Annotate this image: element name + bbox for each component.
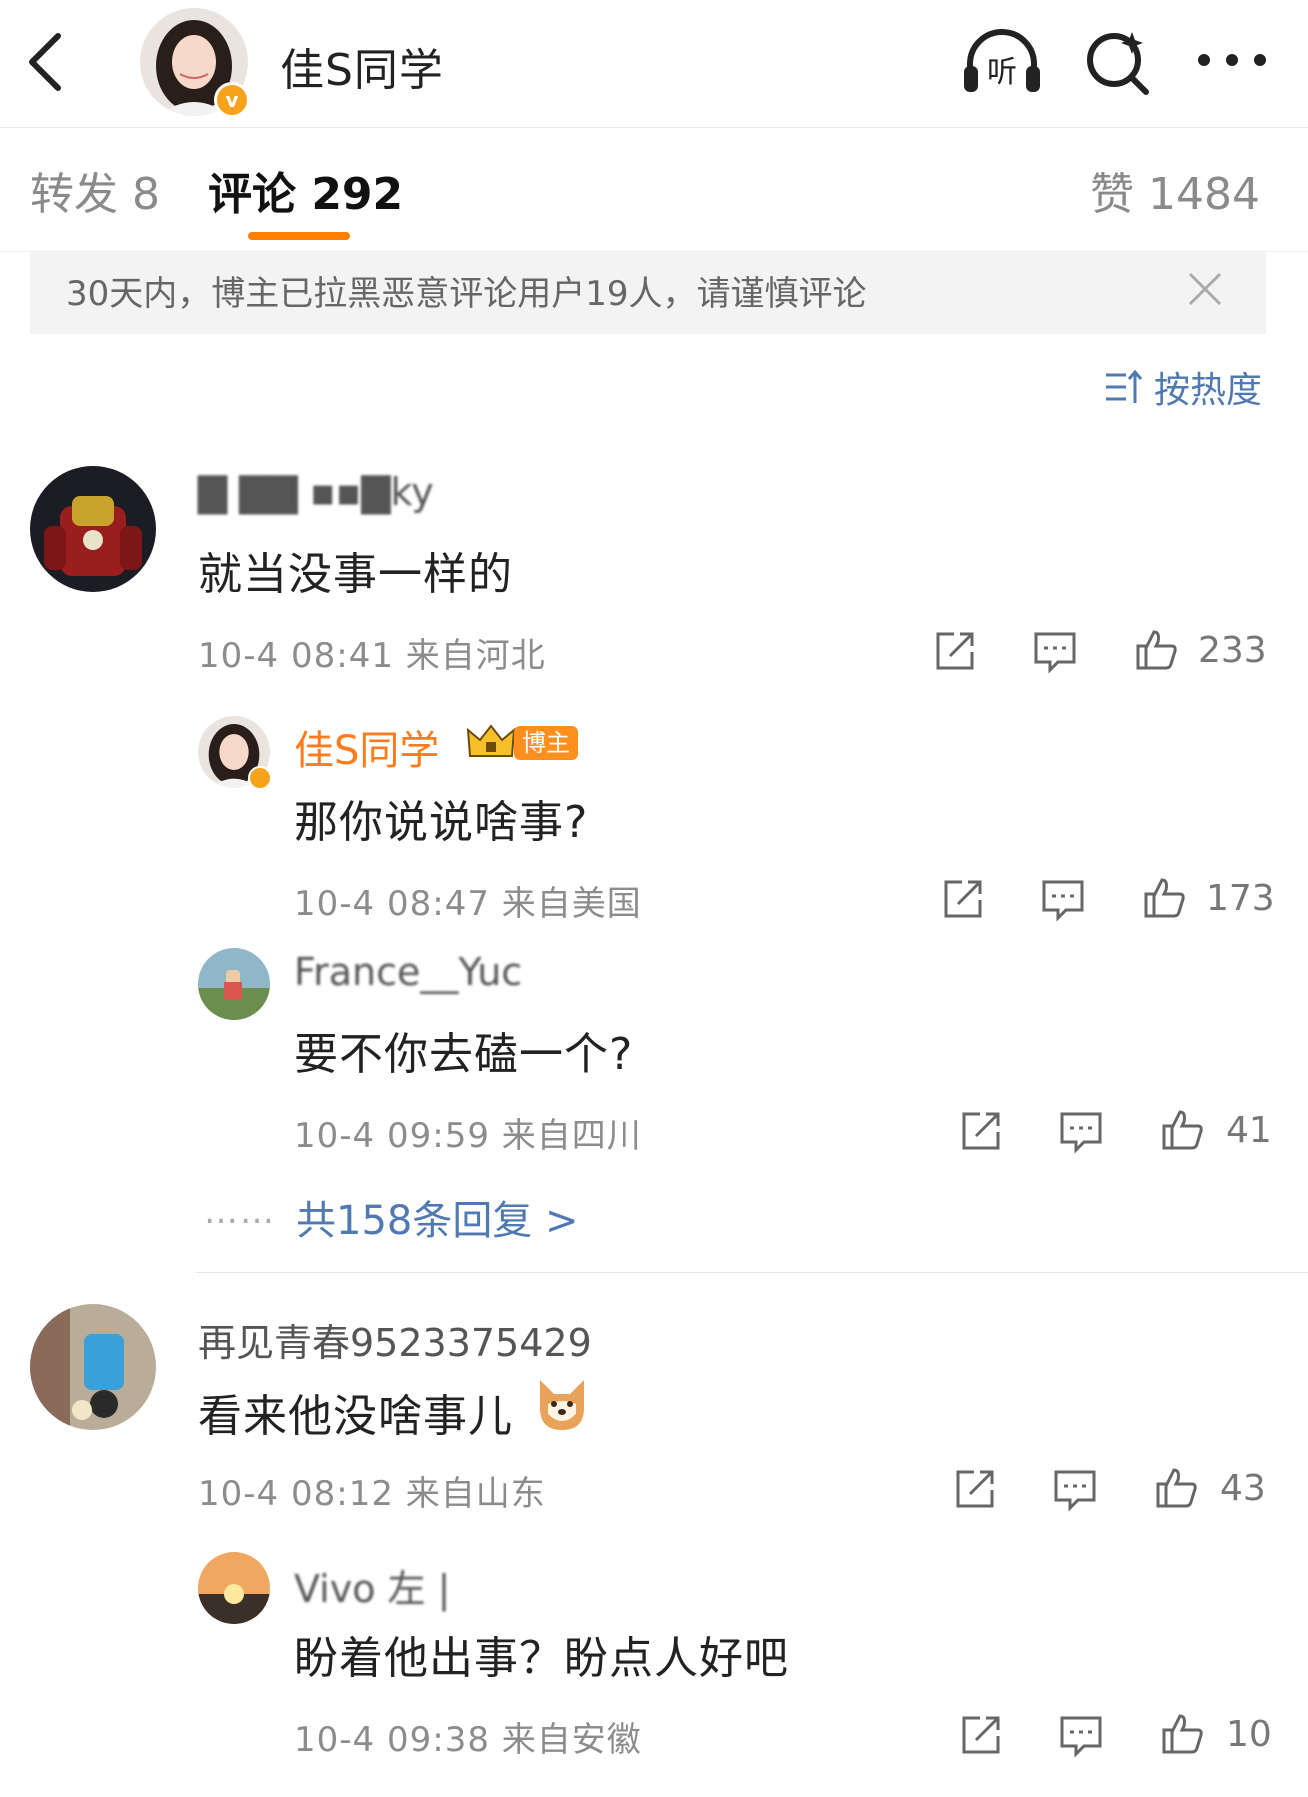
close-icon[interactable]: [1184, 268, 1226, 310]
sort-icon: [1105, 369, 1143, 403]
tab-repost[interactable]: 转发 8: [30, 158, 160, 222]
comment-text: 就当没事一样的: [198, 549, 513, 600]
like-count: 10: [1226, 1714, 1272, 1755]
reply-author-name[interactable]: 佳S同学: [294, 718, 439, 776]
reply-text: 那你说说啥事?: [294, 797, 589, 848]
owner-badge: 博主: [514, 726, 578, 760]
tab-comment[interactable]: 评论 292: [208, 158, 403, 222]
comment-icon[interactable]: [1032, 628, 1078, 674]
like-icon[interactable]: [1160, 1710, 1206, 1756]
reply-avatar[interactable]: [198, 948, 270, 1020]
svg-text:听: 听: [987, 55, 1017, 90]
reply-meta: 10-4 08:47 来自美国: [294, 884, 642, 924]
verified-badge-icon: [248, 766, 272, 790]
back-arrow-icon[interactable]: [22, 30, 70, 94]
reply-meta: 10-4 09:38 来自安徽: [294, 1720, 642, 1760]
commenter-avatar[interactable]: [30, 1304, 156, 1430]
commenter-name[interactable]: 再见青春9523375429: [198, 1312, 592, 1367]
like-count: 41: [1226, 1110, 1272, 1151]
sort-toggle[interactable]: 按热度: [1104, 362, 1262, 412]
like-icon[interactable]: [1154, 1464, 1200, 1510]
listen-headphone-icon[interactable]: 听: [960, 24, 1044, 96]
more-options-icon[interactable]: [1196, 48, 1268, 72]
share-icon[interactable]: [932, 628, 978, 674]
commenter-name[interactable]: ▇ ▇▇ ▪▪▇ky: [198, 470, 434, 514]
notice-banner: 30天内，博主已拉黑恶意评论用户19人，请谨慎评论: [30, 252, 1266, 334]
like-count: 43: [1220, 1468, 1266, 1509]
share-icon[interactable]: [952, 1466, 998, 1512]
reply-author-name[interactable]: Vivo 左 |: [294, 1558, 450, 1613]
comment-icon[interactable]: [1058, 1712, 1104, 1758]
header-avatar[interactable]: v: [140, 8, 250, 118]
reply-avatar[interactable]: [198, 716, 272, 790]
reply-meta: 10-4 09:59 来自四川: [294, 1116, 642, 1156]
reply-avatar[interactable]: [198, 1552, 270, 1624]
like-icon[interactable]: [1160, 1106, 1206, 1152]
notice-text: 30天内，博主已拉黑恶意评论用户19人，请谨慎评论: [66, 274, 867, 314]
like-count: 233: [1198, 630, 1267, 671]
comment-meta: 10-4 08:41 来自河北: [198, 636, 546, 676]
search-icon[interactable]: [1082, 26, 1154, 98]
active-tab-indicator: [248, 232, 350, 240]
like-count: 173: [1206, 878, 1275, 919]
reply-text: 要不你去磕一个?: [294, 1029, 634, 1080]
verified-badge-icon: v: [214, 82, 250, 118]
tab-like[interactable]: 赞 1484: [1090, 158, 1260, 222]
view-all-replies-link[interactable]: 共158条回复 >: [296, 1188, 579, 1246]
comment-text: 看来他没啥事儿: [198, 1391, 513, 1442]
share-icon[interactable]: [958, 1108, 1004, 1154]
top-bar: v 佳S同学 听: [0, 0, 1308, 128]
comment-divider: [196, 1272, 1308, 1273]
share-icon[interactable]: [940, 876, 986, 922]
comment-icon[interactable]: [1058, 1108, 1104, 1154]
bottom-fade: [0, 1760, 1308, 1797]
crown-icon: [466, 724, 516, 757]
reply-author-name[interactable]: France__Yuc: [294, 950, 522, 994]
dog-emoji-icon: [540, 1380, 584, 1430]
like-icon[interactable]: [1142, 874, 1188, 920]
page-title: 佳S同学: [280, 45, 444, 96]
comment-icon[interactable]: [1040, 876, 1086, 922]
more-dots: ……: [204, 1192, 276, 1232]
sort-label: 按热度: [1153, 370, 1262, 411]
like-icon[interactable]: [1134, 626, 1180, 672]
share-icon[interactable]: [958, 1712, 1004, 1758]
tab-bar: 转发 8 评论 292 赞 1484: [0, 128, 1308, 252]
commenter-avatar[interactable]: [30, 466, 156, 592]
comment-meta: 10-4 08:12 来自山东: [198, 1474, 546, 1514]
comment-icon[interactable]: [1052, 1466, 1098, 1512]
reply-text: 盼着他出事？盼点人好吧: [294, 1633, 789, 1684]
